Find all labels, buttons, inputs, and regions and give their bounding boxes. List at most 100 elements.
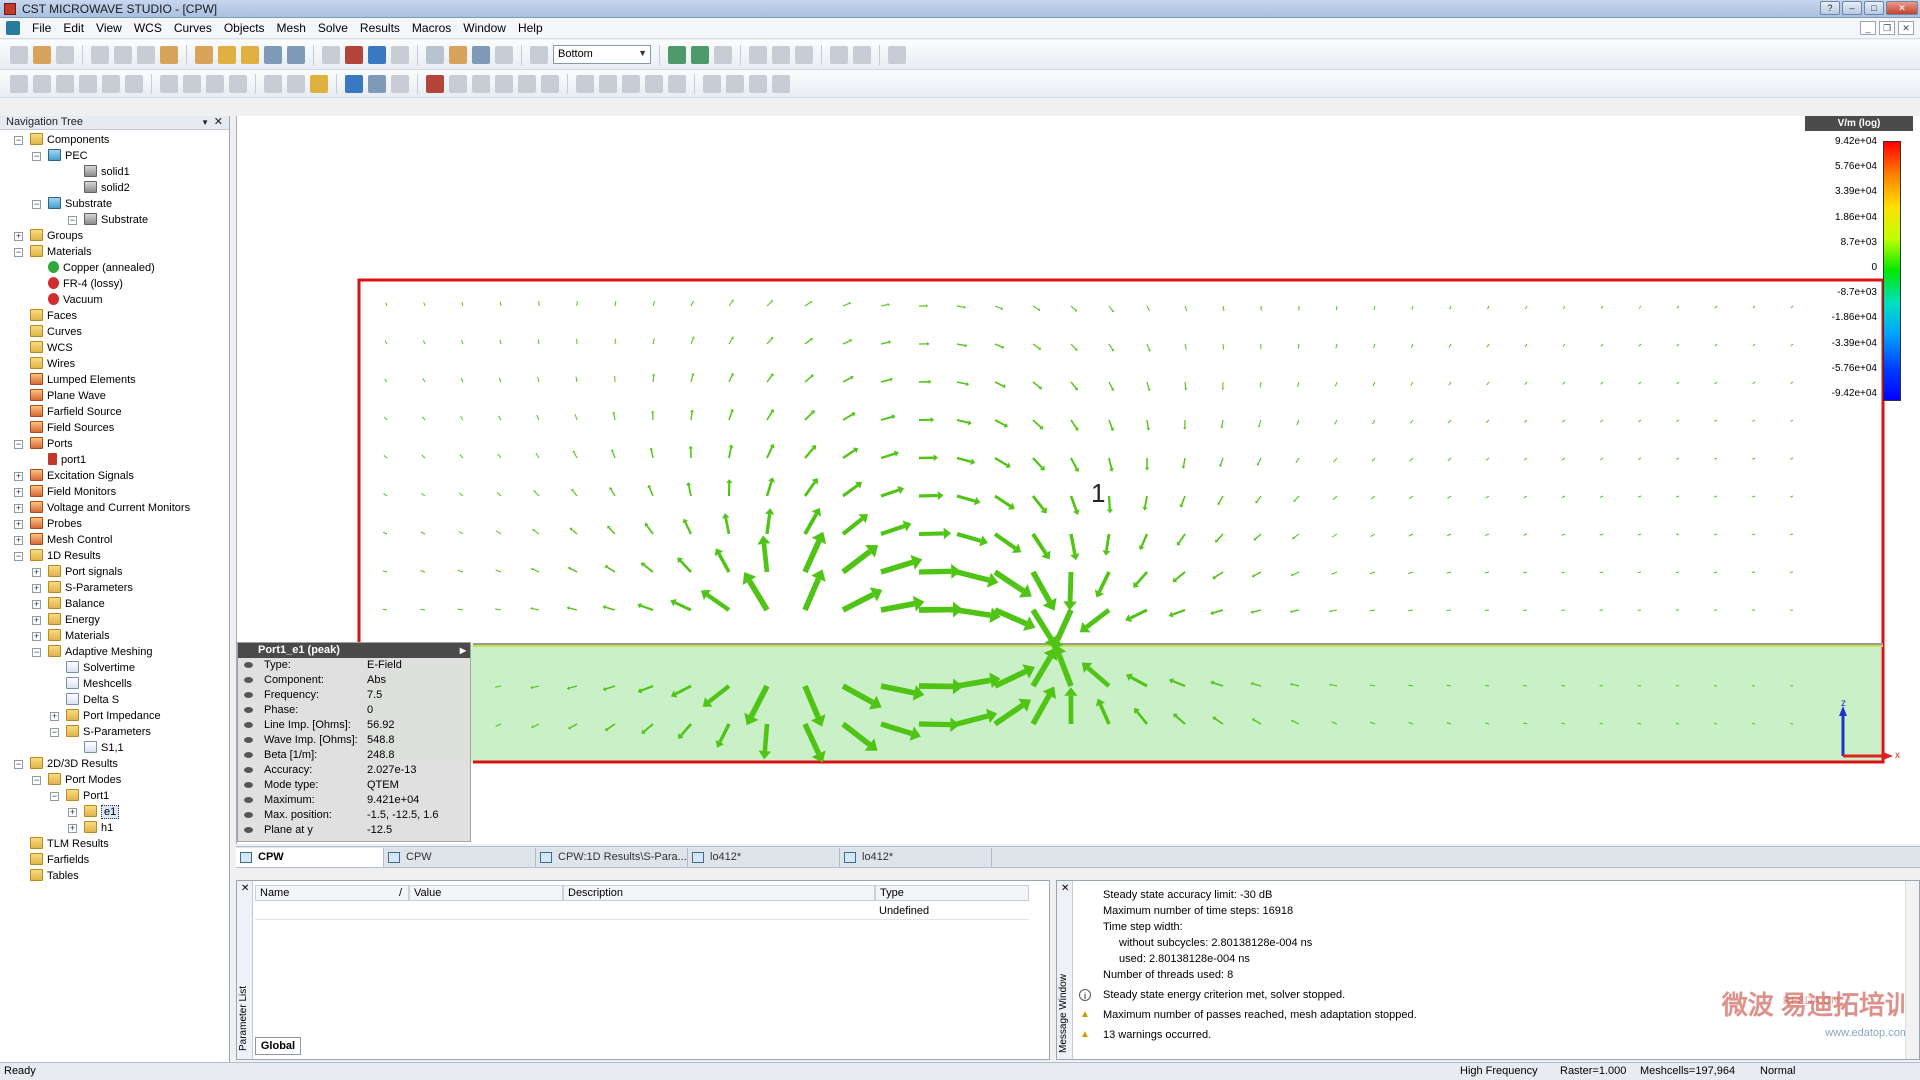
visibility-eye-icon[interactable] [244, 797, 253, 803]
close-icon[interactable]: ✕ [241, 883, 249, 894]
probe-icon[interactable] [391, 74, 409, 93]
3d-viewport[interactable]: z x 1 V/m (log) 9.42e+04 5.76e+04 3.39e+04… [236, 116, 1920, 844]
tree-item[interactable]: Farfields [30, 852, 89, 868]
tab-cpw-schematic[interactable]: CPW [384, 848, 536, 867]
tree-item[interactable]: Farfield Source [30, 404, 122, 420]
pin-icon[interactable]: ▶ [460, 643, 466, 658]
expand-toggle-icon[interactable]: − [14, 136, 23, 145]
plot-smith-icon[interactable] [668, 74, 686, 93]
paste-icon[interactable] [160, 45, 178, 64]
view-direction-select[interactable]: Bottom ▼ [553, 45, 651, 64]
message-scrollbar[interactable] [1905, 881, 1919, 1059]
column-name[interactable]: Name / [255, 885, 409, 901]
tree-item[interactable]: − Port Modes [32, 772, 121, 788]
field-plot-canvas[interactable]: z x [237, 116, 1920, 844]
tree-item[interactable]: − Materials [14, 244, 92, 260]
tree-item[interactable]: Lumped Elements [30, 372, 136, 388]
maximize-button[interactable]: □ [1864, 1, 1884, 15]
loft-icon[interactable] [183, 74, 201, 93]
tree-item[interactable]: Vacuum [48, 292, 103, 308]
menu-solve[interactable]: Solve [312, 21, 354, 35]
menu-results[interactable]: Results [354, 21, 406, 35]
pan-icon[interactable] [241, 45, 259, 64]
tree-item[interactable]: + Mesh Control [14, 532, 112, 548]
expand-toggle-icon[interactable]: − [14, 552, 23, 561]
menu-file[interactable]: File [26, 21, 57, 35]
expand-toggle-icon[interactable]: − [32, 776, 41, 785]
parameter-type-cell[interactable]: Undefined [879, 905, 929, 917]
undo-icon[interactable] [114, 45, 132, 64]
expand-toggle-icon[interactable]: + [50, 712, 59, 721]
menu-window[interactable]: Window [457, 21, 512, 35]
expand-toggle-icon[interactable]: − [32, 152, 41, 161]
boolean-subtract-icon[interactable] [229, 74, 247, 93]
animate-icon[interactable] [714, 45, 732, 64]
plot-2d-icon[interactable] [599, 74, 617, 93]
visibility-eye-icon[interactable] [244, 692, 253, 698]
expand-toggle-icon[interactable]: − [14, 248, 23, 257]
tree-item[interactable]: Solvertime [66, 660, 135, 676]
visibility-eye-icon[interactable] [244, 662, 253, 668]
mesh-view-icon[interactable] [668, 45, 686, 64]
cone-icon[interactable] [79, 74, 97, 93]
tree-item[interactable]: + Energy [32, 612, 100, 628]
export-icon[interactable] [772, 45, 790, 64]
tab-lo412-a[interactable]: lo412* [688, 848, 840, 867]
expand-toggle-icon[interactable]: + [68, 808, 77, 817]
tree-item[interactable]: + Port signals [32, 564, 122, 580]
visibility-eye-icon[interactable] [244, 677, 253, 683]
import-icon[interactable] [795, 45, 813, 64]
menu-view[interactable]: View [90, 21, 128, 35]
zoom-icon[interactable] [264, 45, 282, 64]
expand-toggle-icon[interactable]: − [50, 792, 59, 801]
ruler-icon[interactable] [310, 74, 328, 93]
transform-icon[interactable] [830, 45, 848, 64]
menu-curves[interactable]: Curves [168, 21, 218, 35]
expand-toggle-icon[interactable]: + [14, 488, 23, 497]
tree-item[interactable]: − S-Parameters [50, 724, 151, 740]
expand-toggle-icon[interactable]: − [32, 200, 41, 209]
rotate-shape-icon[interactable] [160, 74, 178, 93]
column-type[interactable]: Type [875, 885, 1029, 901]
tree-item[interactable]: Wires [30, 356, 75, 372]
tree-item[interactable]: − Substrate [68, 212, 148, 228]
expand-toggle-icon[interactable]: + [14, 504, 23, 513]
expand-toggle-icon[interactable]: + [32, 600, 41, 609]
tree-item[interactable]: Plane Wave [30, 388, 106, 404]
farfield-icon[interactable] [749, 74, 767, 93]
visibility-eye-icon[interactable] [244, 752, 253, 758]
tree-item[interactable]: solid1 [84, 164, 130, 180]
tree-item[interactable]: port1 [48, 452, 86, 468]
menu-macros[interactable]: Macros [406, 21, 457, 35]
tree-item[interactable]: Faces [30, 308, 77, 324]
visibility-eye-icon[interactable] [244, 737, 253, 743]
doc-close-button[interactable]: ✕ [1898, 21, 1914, 35]
template-icon[interactable] [772, 74, 790, 93]
tree-item[interactable]: Curves [30, 324, 82, 340]
copy-icon[interactable] [137, 45, 155, 64]
tree-item[interactable]: − 1D Results [14, 548, 101, 564]
document-icon[interactable] [6, 21, 20, 35]
mesh-view-toggle-icon[interactable] [726, 74, 744, 93]
tree-item[interactable]: + Materials [32, 628, 110, 644]
tree-item[interactable]: S1,1 [84, 740, 124, 756]
tree-item[interactable]: + S-Parameters [32, 580, 133, 596]
tab-cpw-3d[interactable]: CPW [236, 848, 384, 867]
menu-objects[interactable]: Objects [218, 21, 271, 35]
visibility-eye-icon[interactable] [244, 812, 253, 818]
tree-item[interactable]: + h1 [68, 820, 113, 836]
tree-item[interactable]: − PEC [32, 148, 88, 164]
tree-item[interactable]: − Ports [14, 436, 73, 452]
tree-item[interactable]: + Excitation Signals [14, 468, 134, 484]
tree-item[interactable]: + Probes [14, 516, 82, 532]
rotate-view-icon[interactable] [195, 45, 213, 64]
boolean-add-icon[interactable] [206, 74, 224, 93]
background-icon[interactable] [541, 74, 559, 93]
menu-edit[interactable]: Edit [57, 21, 90, 35]
spin-icon[interactable] [218, 45, 236, 64]
minimize-button[interactable]: – [1842, 1, 1862, 15]
symmetry-icon[interactable] [472, 74, 490, 93]
new-file-icon[interactable] [10, 45, 28, 64]
visibility-eye-icon[interactable] [244, 767, 253, 773]
expand-toggle-icon[interactable]: + [32, 584, 41, 593]
